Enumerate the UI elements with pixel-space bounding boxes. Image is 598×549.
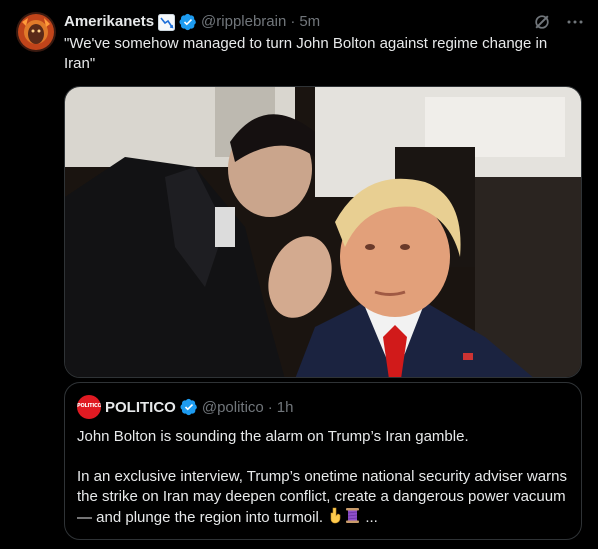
- quoted-author-handle[interactable]: @politico: [202, 399, 264, 416]
- timestamp[interactable]: 5m: [299, 12, 320, 32]
- more-icon[interactable]: [566, 13, 584, 31]
- politico-avatar[interactable]: POLITICO: [77, 395, 101, 419]
- quoted-author-name[interactable]: POLITICO: [105, 399, 176, 416]
- tweet-actions-top: [532, 12, 584, 32]
- separator-dot: ·: [290, 13, 296, 30]
- separator-dot: ·: [267, 398, 273, 416]
- quoted-timestamp[interactable]: 1h: [277, 399, 294, 416]
- pointing-down-emoji-icon: [327, 507, 344, 530]
- quoted-paragraph-1: John Bolton is sounding the alarm on Tru…: [77, 428, 469, 445]
- tweet: Amerikanets @ripplebrain · 5m "We've som…: [0, 0, 598, 549]
- tweet-text: "We've somehow managed to turn John Bolt…: [64, 35, 548, 72]
- author-name[interactable]: Amerikanets: [64, 12, 154, 32]
- grok-icon[interactable]: [532, 12, 552, 32]
- quoted-tweet[interactable]: POLITICO POLITICO @politico · 1h John Bo…: [64, 382, 582, 540]
- chart-decreasing-emoji-icon: [158, 13, 176, 31]
- quoted-tweet-header: POLITICO POLITICO @politico · 1h: [77, 395, 294, 419]
- quoted-paragraph-2: In an exclusive interview, Trump’s oneti…: [77, 467, 573, 530]
- verified-badge-icon[interactable]: [179, 13, 197, 31]
- author-handle[interactable]: @ripplebrain: [201, 12, 286, 32]
- author-avatar[interactable]: [16, 12, 56, 52]
- thread-spool-emoji-icon: [344, 507, 361, 530]
- quoted-paragraph-2-text: In an exclusive interview, Trump’s oneti…: [77, 468, 567, 526]
- tweet-header: Amerikanets @ripplebrain · 5m: [64, 12, 320, 32]
- quoted-tweet-text: John Bolton is sounding the alarm on Tru…: [77, 427, 573, 530]
- truncation-ellipsis: ...: [365, 509, 378, 526]
- politico-avatar-text: POLITICO: [77, 403, 101, 409]
- verified-badge-icon[interactable]: [180, 398, 198, 416]
- tweet-photo[interactable]: [64, 86, 582, 378]
